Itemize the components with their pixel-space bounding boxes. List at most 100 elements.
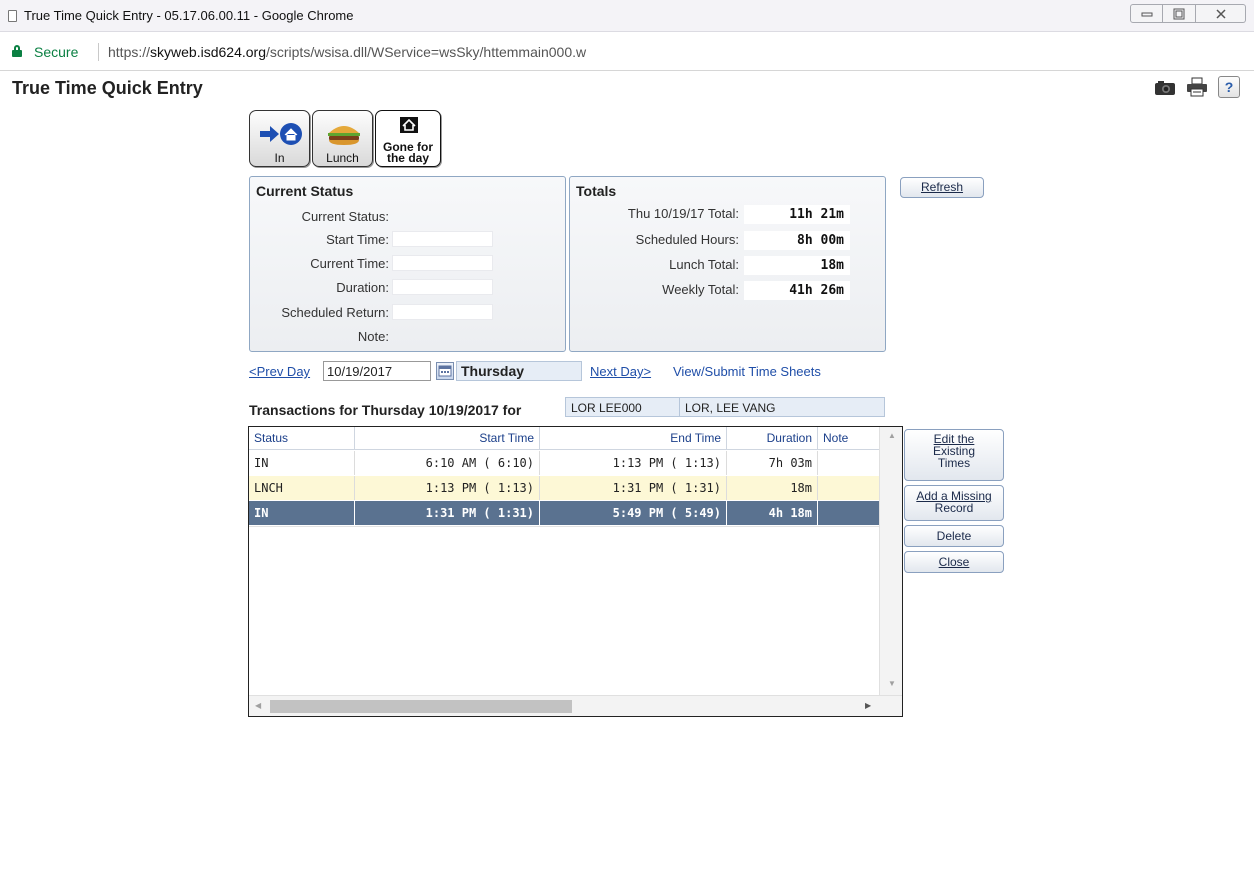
toolbar-icons: ?	[1154, 76, 1240, 98]
scroll-right-icon[interactable]: ▶	[865, 701, 871, 710]
home-icon	[400, 117, 418, 133]
row-duration: 18m	[727, 476, 818, 500]
row-note	[818, 476, 879, 500]
burger-icon	[328, 126, 360, 145]
address-separator	[98, 43, 99, 61]
day-total-label: Thu 10/19/17 Total:	[627, 206, 739, 221]
employee-id-field: LOR LEE000	[565, 397, 680, 417]
close-icon	[1215, 8, 1226, 19]
scheduled-return-value	[392, 304, 493, 320]
current-status-heading: Current Status	[256, 183, 354, 199]
window-controls	[1130, 4, 1246, 23]
row-end: 1:31 PM ( 1:31)	[540, 476, 727, 500]
lunch-total-value: 18m	[744, 256, 850, 275]
totals-heading: Totals	[576, 183, 617, 199]
horizontal-scroll-thumb[interactable]	[270, 700, 572, 713]
transactions-title: Transactions for Thursday 10/19/2017 for	[249, 402, 522, 418]
lunch-total-label: Lunch Total:	[669, 257, 739, 272]
scheduled-hours-label: Scheduled Hours:	[635, 232, 739, 247]
lock-icon	[12, 45, 22, 57]
date-input[interactable]: 10/19/2017	[323, 361, 431, 381]
scroll-down-icon[interactable]: ▼	[888, 679, 896, 688]
current-status-panel: Current Status Current Status: Start Tim…	[249, 176, 566, 352]
calendar-icon	[438, 365, 452, 377]
scheduled-return-label: Scheduled Return:	[281, 305, 389, 320]
url-path: /scripts/wsisa.dll/WService=wsSky/httemm…	[265, 44, 587, 60]
day-name-display: Thursday	[456, 361, 582, 381]
row-note	[818, 501, 879, 525]
row-duration: 4h 18m	[727, 501, 818, 525]
note-label: Note:	[357, 329, 389, 344]
close-window-button[interactable]	[1196, 4, 1246, 23]
secure-label: Secure	[34, 44, 79, 60]
arrow-home-icon	[260, 123, 302, 145]
vertical-scrollbar[interactable]: ▲ ▼	[879, 427, 902, 695]
table-row[interactable]: LNCH 1:13 PM ( 1:13) 1:31 PM ( 1:31) 18m	[249, 476, 879, 500]
view-timesheets-link[interactable]: View/Submit Time Sheets	[673, 364, 821, 379]
window-title: True Time Quick Entry - 05.17.06.00.11 -…	[24, 8, 354, 23]
row-start: 1:31 PM ( 1:31)	[355, 501, 540, 525]
edit-times-button[interactable]: Edit the Existing Times	[904, 429, 1004, 481]
grid-header: Status Start Time End Time Duration Note	[249, 427, 879, 450]
prev-day-link[interactable]: <Prev Day	[249, 364, 310, 379]
print-icon[interactable]	[1186, 76, 1208, 98]
col-status-header[interactable]: Status	[249, 427, 355, 449]
col-duration-header[interactable]: Duration	[727, 427, 818, 449]
transactions-grid[interactable]: Status Start Time End Time Duration Note…	[248, 426, 903, 717]
refresh-label: Refresh	[920, 180, 964, 194]
camera-icon[interactable]	[1154, 76, 1176, 98]
punch-lunch-button[interactable]: Lunch	[312, 110, 373, 167]
row-start: 1:13 PM ( 1:13)	[355, 476, 540, 500]
current-time-label: Current Time:	[310, 256, 389, 271]
start-time-value	[392, 231, 493, 247]
row-duration: 7h 03m	[727, 451, 818, 475]
start-time-label: Start Time:	[326, 232, 389, 247]
calendar-button[interactable]	[436, 362, 454, 380]
row-note	[818, 451, 879, 475]
row-status: IN	[249, 451, 355, 475]
next-day-link[interactable]: Next Day>	[590, 364, 651, 379]
punch-in-label: In	[274, 151, 285, 165]
edit-label-line3: Times	[937, 456, 971, 470]
row-end: 1:13 PM ( 1:13)	[540, 451, 727, 475]
row-start: 6:10 AM ( 6:10)	[355, 451, 540, 475]
url-host: skyweb.isd624.org	[150, 44, 266, 60]
add-missing-record-button[interactable]: Add a Missing Record	[904, 485, 1004, 521]
punch-in-button[interactable]: In	[249, 110, 310, 167]
current-status-label: Current Status:	[301, 209, 389, 224]
address-bar[interactable]: Secure https://skyweb.isd624.org/scripts…	[0, 33, 1254, 71]
minimize-icon	[1141, 12, 1152, 16]
page-icon	[8, 10, 17, 22]
current-time-value	[392, 255, 493, 271]
duration-label: Duration:	[336, 280, 389, 295]
help-icon[interactable]: ?	[1218, 76, 1240, 98]
day-total-value: 11h 21m	[744, 205, 850, 224]
col-note-header[interactable]: Note	[818, 427, 879, 449]
close-button[interactable]: Close	[904, 551, 1004, 573]
gone-label-line2: the day	[386, 151, 429, 165]
url-scheme: https://	[108, 44, 151, 60]
minimize-button[interactable]	[1130, 4, 1163, 23]
row-status: IN	[249, 501, 355, 525]
punch-gone-button[interactable]: Gone for the day	[375, 110, 441, 167]
punch-gone-label: Gone for the day	[376, 141, 440, 165]
url-text[interactable]: https://skyweb.isd624.org/scripts/wsisa.…	[108, 44, 586, 60]
scroll-left-icon[interactable]: ◀	[255, 701, 261, 710]
table-row[interactable]: IN 6:10 AM ( 6:10) 1:13 PM ( 1:13) 7h 03…	[249, 451, 879, 475]
add-label-line2: Record	[934, 501, 974, 515]
col-end-header[interactable]: End Time	[540, 427, 727, 449]
row-status: LNCH	[249, 476, 355, 500]
scroll-up-icon[interactable]: ▲	[888, 431, 896, 440]
delete-button[interactable]: Delete	[904, 525, 1004, 547]
weekly-total-value: 41h 26m	[744, 281, 850, 300]
col-start-header[interactable]: Start Time	[355, 427, 540, 449]
refresh-button[interactable]: Refresh	[900, 177, 984, 198]
row-end: 5:49 PM ( 5:49)	[540, 501, 727, 525]
empty-row	[249, 526, 879, 546]
table-row-selected[interactable]: IN 1:31 PM ( 1:31) 5:49 PM ( 5:49) 4h 18…	[249, 501, 879, 525]
horizontal-scrollbar[interactable]: ◀ ▶	[249, 695, 902, 716]
browser-title-bar: True Time Quick Entry - 05.17.06.00.11 -…	[0, 0, 1254, 32]
maximize-button[interactable]	[1163, 4, 1196, 23]
weekly-total-label: Weekly Total:	[662, 282, 739, 297]
close-label: Close	[938, 555, 970, 569]
